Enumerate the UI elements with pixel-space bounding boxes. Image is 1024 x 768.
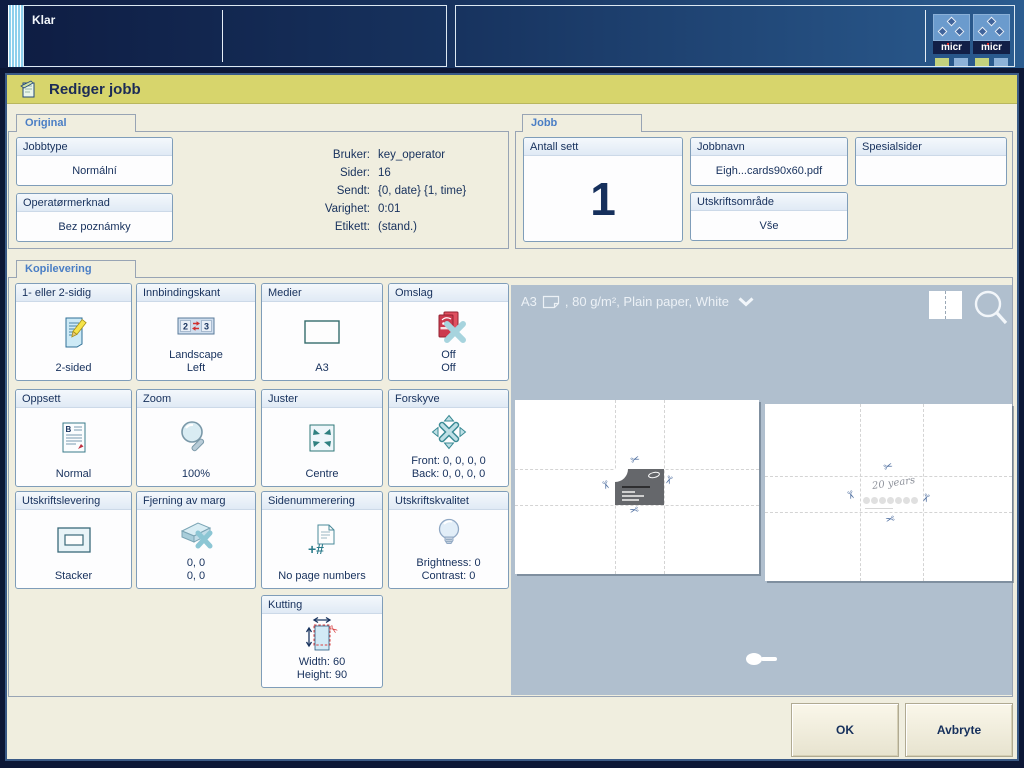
- activity-stripes: [8, 5, 23, 67]
- shift-arrows-icon: [389, 408, 508, 455]
- tray-chip-blue: [994, 58, 1008, 66]
- info-row: Bruker:key_operator: [288, 149, 502, 162]
- printer-engine-icon-2: micr: [973, 14, 1010, 66]
- media-dropdown[interactable]: A3 , 80 g/m², Plain paper, White: [521, 294, 754, 309]
- page-number-icon: +#: [262, 510, 382, 570]
- special-pages-button[interactable]: Spesialsider: [855, 137, 1007, 186]
- scissors-icon: ✂: [882, 461, 894, 474]
- jobname-button[interactable]: Jobbnavn Eigh...cards90x60.pdf: [690, 137, 848, 186]
- status-divider-2: [925, 10, 926, 62]
- svg-text:+#: +#: [308, 541, 324, 557]
- dialog-title-bar: Rediger jobb: [7, 75, 1017, 104]
- tab-kopilevering[interactable]: Kopilevering: [16, 260, 136, 278]
- scissors-icon: ✂: [598, 479, 611, 491]
- jobtype-value: Normální: [17, 156, 172, 185]
- ok-button[interactable]: OK: [791, 703, 899, 757]
- cutting-button[interactable]: Kutting ✂ Width: 60Height: 90: [261, 595, 383, 688]
- layout-button[interactable]: Oppsett B Normal: [15, 389, 132, 487]
- info-row: Sider:16: [288, 167, 502, 180]
- status-panel-left: Klar: [23, 5, 447, 67]
- sides-button[interactable]: 1- eller 2-sidig 2-sided: [15, 283, 132, 381]
- print-quality-button[interactable]: Utskriftskvalitet Brightness: 0Contrast:…: [388, 491, 509, 589]
- copies-label: Antall sett: [524, 138, 682, 156]
- tab-original[interactable]: Original: [16, 114, 136, 132]
- page-title: Rediger jobb: [49, 81, 141, 98]
- preview-page-front: ✂ ✂ ✂ ✂: [515, 400, 759, 574]
- toner-diamonds-icon: [933, 14, 970, 41]
- printer-engine-icon-1: micr: [933, 14, 970, 66]
- special-pages-value: [856, 156, 1006, 185]
- jobname-label: Jobbnavn: [691, 138, 847, 156]
- screen: Klar micr micr: [0, 0, 1024, 768]
- info-row: Sendt:{0, date} {1, time}: [288, 185, 502, 198]
- info-row: Etikett:(stand.): [288, 221, 502, 234]
- jobtype-button[interactable]: Jobbtype Normální: [16, 137, 173, 186]
- copies-value: 1: [524, 156, 682, 241]
- binding-edge-icon: 2 3: [137, 302, 255, 349]
- plug-icon: [743, 652, 781, 666]
- chevron-down-icon: [738, 297, 754, 307]
- copies-button[interactable]: Antall sett 1: [523, 137, 683, 242]
- covers-button[interactable]: Omslag OffOff: [388, 283, 509, 381]
- lightbulb-icon: [389, 510, 508, 557]
- toner-diamonds-icon: [973, 14, 1010, 41]
- media-button[interactable]: Medier A3: [261, 283, 383, 381]
- status-divider: [222, 10, 223, 62]
- zoom-button[interactable]: Zoom 100%: [136, 389, 256, 487]
- sheet-orientation-icon: [542, 295, 560, 309]
- job-info-list: Bruker:key_operator Sider:16 Sendt:{0, d…: [288, 149, 502, 239]
- operator-note-value: Bez poznámky: [17, 212, 172, 241]
- two-sided-icon: [16, 302, 131, 362]
- preview-zoom-button[interactable]: [970, 287, 1010, 329]
- covers-off-icon: [389, 302, 508, 349]
- jobtype-label: Jobbtype: [17, 138, 172, 156]
- micr-logo: micr: [973, 41, 1010, 54]
- scissors-icon: ✂: [843, 489, 856, 501]
- tab-jobb[interactable]: Jobb: [522, 114, 642, 132]
- edit-job-icon: [19, 79, 39, 99]
- info-row: Varighet:0:01: [288, 203, 502, 216]
- micr-logo: micr: [933, 41, 970, 54]
- align-centre-icon: [262, 408, 382, 468]
- tray-chip-blue: [954, 58, 968, 66]
- print-range-button[interactable]: Utskriftsområde Vše: [690, 192, 848, 241]
- tray-chip-green: [975, 58, 989, 66]
- media-sheet-icon: [262, 302, 382, 362]
- scissors-icon: ✂: [629, 454, 641, 467]
- operator-note-label: Operatørmerknad: [17, 194, 172, 212]
- jobname-value: Eigh...cards90x60.pdf: [691, 156, 847, 185]
- svg-text:2: 2: [183, 321, 188, 331]
- spread-view-button[interactable]: [929, 291, 962, 319]
- binding-edge-button[interactable]: Innbindingskant 2 3 LandscapeLeft: [136, 283, 256, 381]
- card-artwork-front: [615, 469, 664, 505]
- layout-normal-icon: B: [16, 408, 131, 468]
- output-delivery-button[interactable]: Utskriftslevering Stacker: [15, 491, 132, 589]
- printer-status: Klar: [32, 13, 446, 27]
- preview-panel: A3 , 80 g/m², Plain paper, White: [511, 285, 1012, 695]
- tray-chip-green: [935, 58, 949, 66]
- scissors-icon: ✂: [918, 491, 931, 503]
- operator-note-button[interactable]: Operatørmerknad Bez poznámky: [16, 193, 173, 242]
- status-panel-right: [455, 5, 1015, 67]
- page-numbering-button[interactable]: Sidenummerering +# No page numbers: [261, 491, 383, 589]
- magnifier-icon: [137, 408, 255, 468]
- shift-button[interactable]: Forskyve Front: 0, 0, 0, 0Back: 0, 0, 0,…: [388, 389, 509, 487]
- special-pages-label: Spesialsider: [856, 138, 1006, 156]
- status-bar: Klar micr micr: [0, 0, 1024, 68]
- print-range-value: Vše: [691, 211, 847, 240]
- eraser-icon: [137, 510, 255, 557]
- card-back-text: 20 years: [871, 475, 915, 492]
- margin-erase-button[interactable]: Fjerning av marg 0, 00, 0: [136, 491, 256, 589]
- media-size: A3: [521, 294, 537, 309]
- print-range-label: Utskriftsområde: [691, 193, 847, 211]
- card-back-dots: [863, 497, 918, 504]
- stacker-icon: [16, 510, 131, 570]
- cutting-icon: ✂: [262, 614, 382, 656]
- svg-text:B: B: [65, 425, 71, 434]
- preview-page-back: 20 years ✂ ✂ ✂ ✂: [765, 404, 1012, 581]
- media-details: , 80 g/m², Plain paper, White: [565, 294, 729, 309]
- align-button[interactable]: Juster Centre: [261, 389, 383, 487]
- svg-text:3: 3: [204, 321, 209, 331]
- cancel-button[interactable]: Avbryte: [905, 703, 1013, 757]
